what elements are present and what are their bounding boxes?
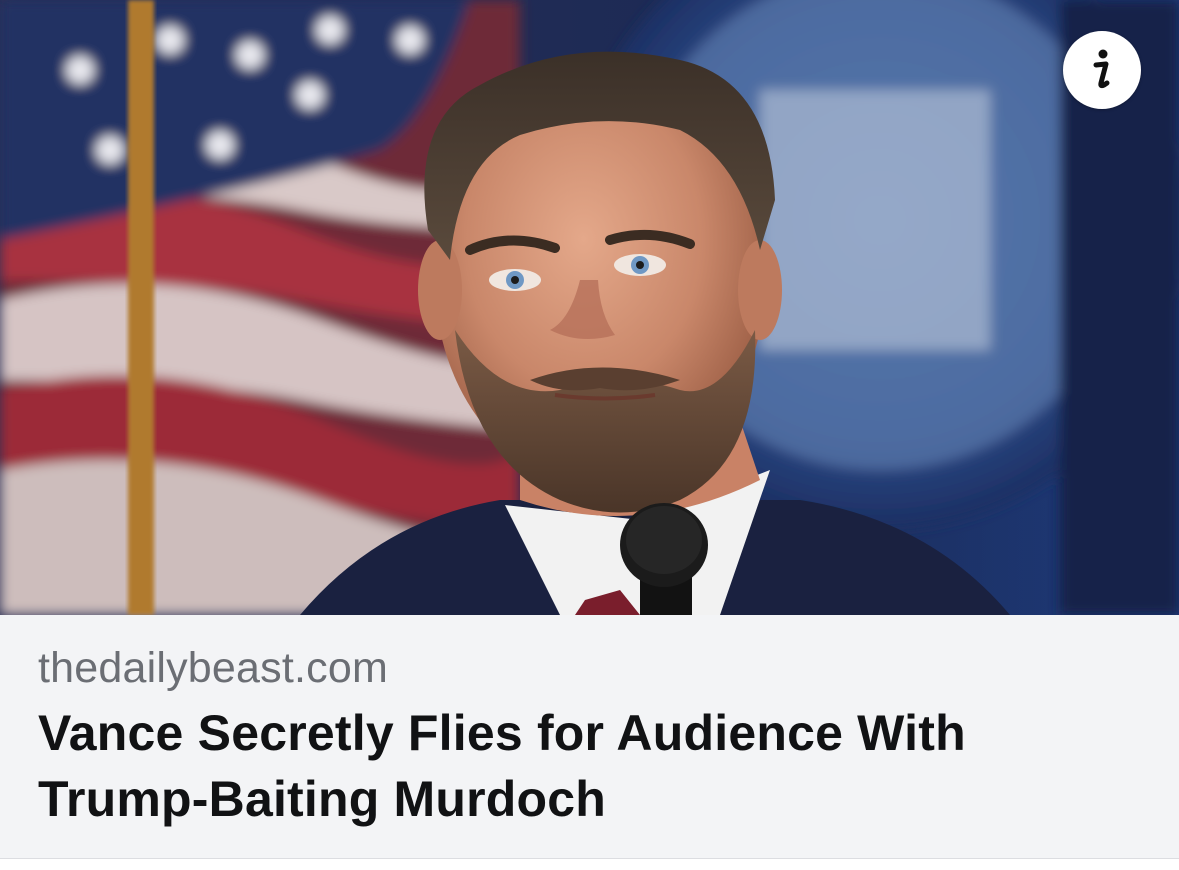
link-preview-card[interactable]: thedailybeast.com Vance Secretly Flies f… <box>0 0 1179 859</box>
preview-image[interactable] <box>0 0 1179 615</box>
source-domain: thedailybeast.com <box>38 644 388 692</box>
info-button[interactable] <box>1063 31 1141 109</box>
link-metadata: thedailybeast.com Vance Secretly Flies f… <box>38 640 1138 832</box>
headline-line-1: Vance Secretly Flies for Audience With <box>38 705 966 761</box>
photo-illustration <box>0 0 1179 615</box>
headline-line-2: Trump-Baiting Murdoch <box>38 771 607 827</box>
article-headline[interactable]: Vance Secretly Flies for Audience With T… <box>38 700 1138 832</box>
info-icon <box>1093 49 1110 89</box>
